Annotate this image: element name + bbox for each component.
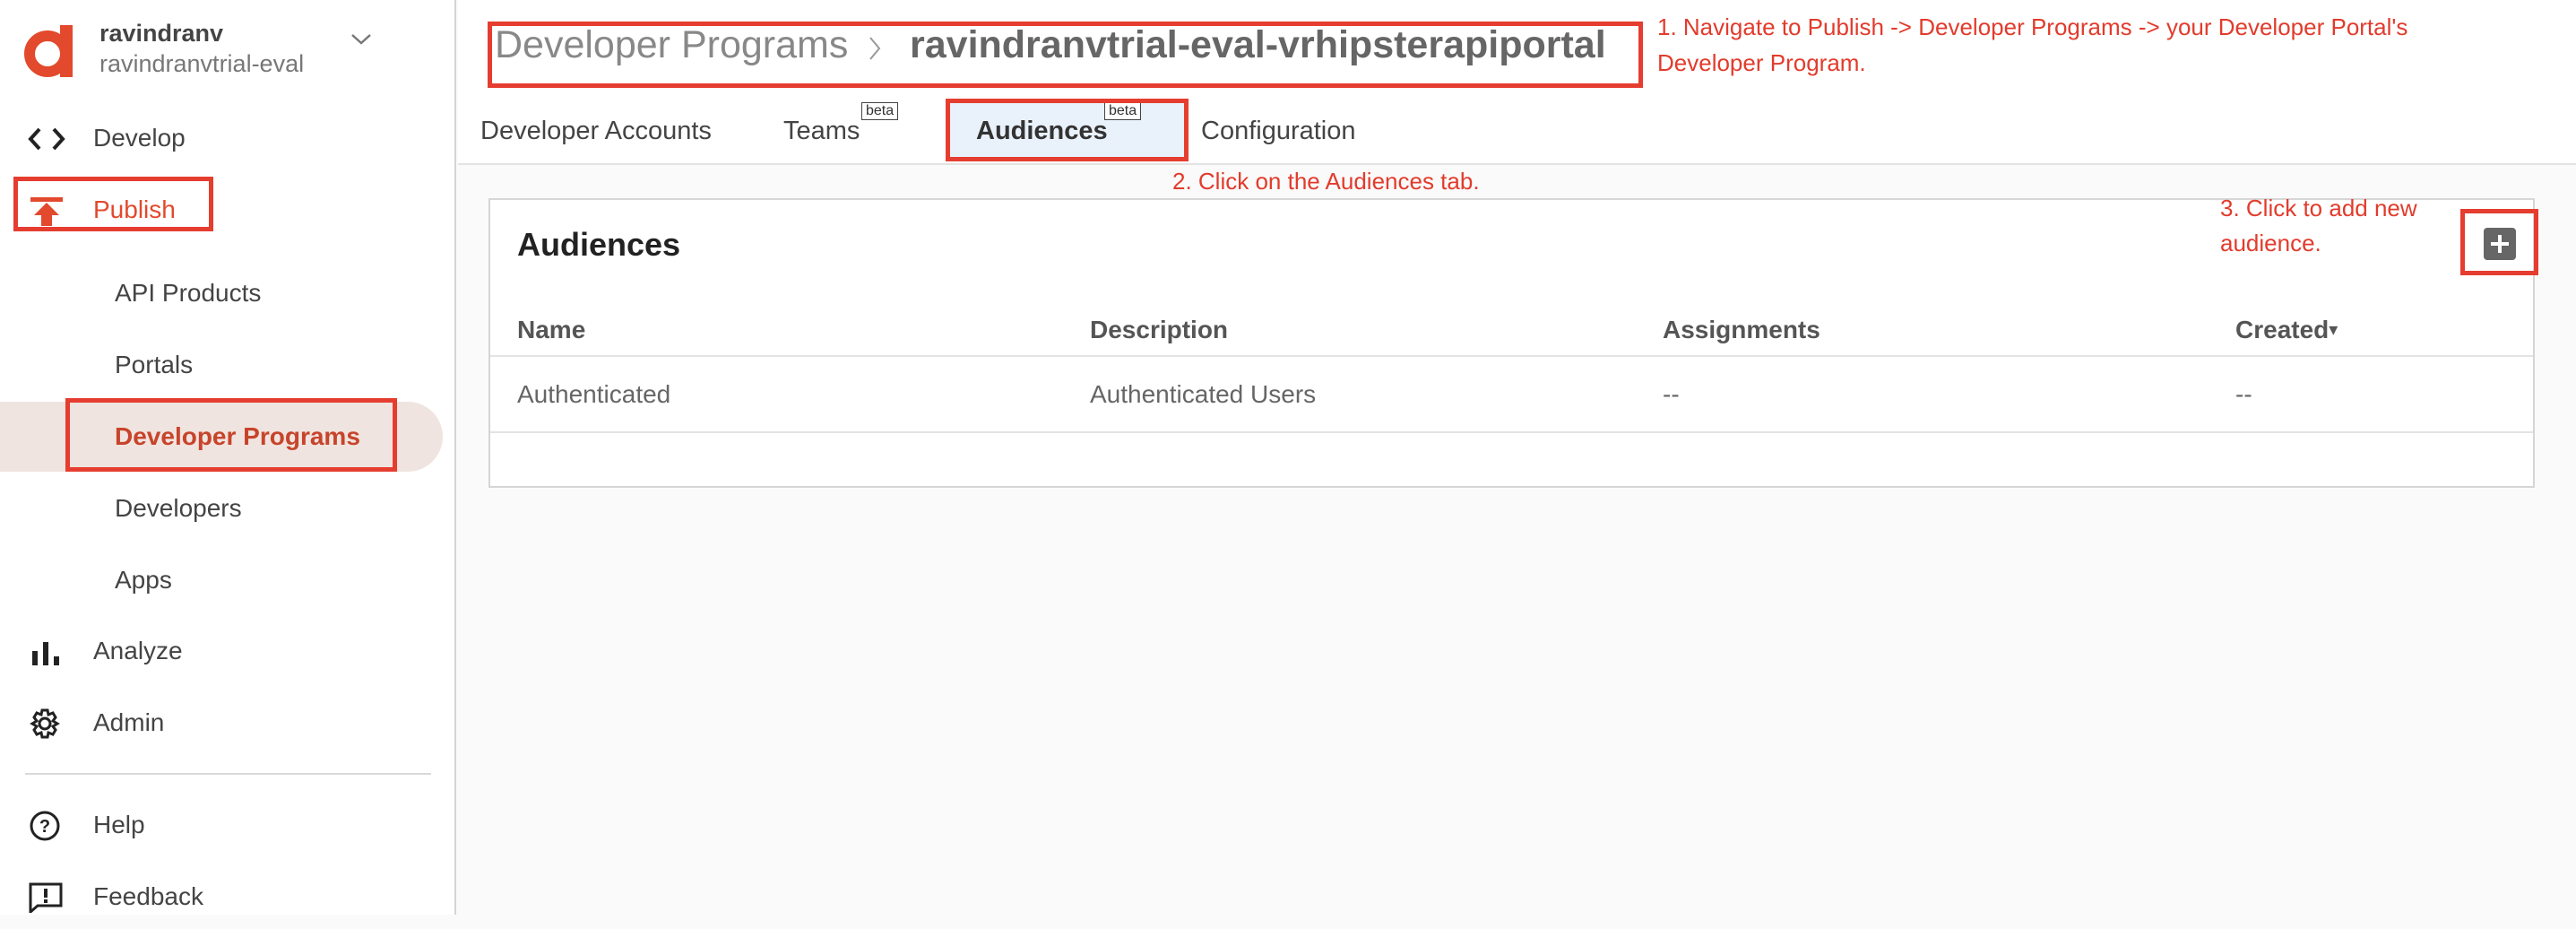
annotation-step1-line2: Developer Program. xyxy=(1657,49,1866,76)
svg-text:?: ? xyxy=(39,817,50,837)
column-header-assignments[interactable]: Assignments xyxy=(1663,316,1820,344)
annotation-step3-line1: 3. Click to add new xyxy=(2220,195,2417,221)
org-username[interactable]: ravindranv xyxy=(99,20,223,48)
annotation-step2: 2. Click on the Audiences tab. xyxy=(1172,168,1480,195)
nav-admin[interactable]: Admin xyxy=(0,692,456,755)
cell-name[interactable]: Authenticated xyxy=(517,380,670,409)
sidebar-divider xyxy=(25,773,431,775)
feedback-icon xyxy=(29,882,63,913)
sidebar-item-api-products[interactable]: API Products xyxy=(115,279,261,308)
annotation-box-audiences-tab xyxy=(946,99,1189,161)
cell-assignments: -- xyxy=(1663,380,1680,408)
sort-indicator: ▾ xyxy=(2329,320,2338,340)
annotation-box-developer-programs xyxy=(65,398,397,472)
annotation-box-breadcrumb xyxy=(488,22,1643,88)
annotation-box-add-button xyxy=(2460,209,2538,275)
teams-beta-badge: beta xyxy=(861,102,899,120)
nav-help-label: Help xyxy=(93,811,145,838)
card-title: Audiences xyxy=(517,226,681,263)
analytics-bar-icon xyxy=(32,642,59,665)
tab-teams[interactable]: Teams xyxy=(783,117,860,146)
sidebar-item-apps[interactable]: Apps xyxy=(115,566,172,595)
apigee-logo-icon[interactable] xyxy=(24,22,74,79)
nav-feedback-label: Feedback xyxy=(93,882,203,910)
column-header-created[interactable]: Created▾ xyxy=(2235,316,2338,344)
header-row-divider xyxy=(490,355,2533,357)
column-header-description[interactable]: Description xyxy=(1090,316,1228,344)
cell-description: Authenticated Users xyxy=(1090,380,1317,408)
help-circle-icon: ? xyxy=(30,811,60,841)
sidebar-item-developers[interactable]: Developers xyxy=(115,494,242,523)
created-label: Created xyxy=(2235,316,2330,343)
chevron-down-icon[interactable] xyxy=(349,30,374,48)
org-name[interactable]: ravindranvtrial-eval xyxy=(99,50,304,78)
column-header-name[interactable]: Name xyxy=(517,316,585,344)
nav-help[interactable]: ? Help xyxy=(0,794,456,857)
annotation-step3-line2: audience. xyxy=(2220,230,2321,256)
code-icon xyxy=(28,127,65,151)
annotation-box-publish xyxy=(13,177,213,231)
nav-analyze[interactable]: Analyze xyxy=(0,621,456,683)
nav-develop[interactable]: Develop xyxy=(0,108,456,170)
nav-feedback[interactable]: Feedback xyxy=(0,866,456,929)
cell-created: -- xyxy=(2235,380,2252,408)
tab-developer-accounts[interactable]: Developer Accounts xyxy=(480,117,712,146)
nav-develop-label: Develop xyxy=(93,124,186,152)
tab-configuration[interactable]: Configuration xyxy=(1201,117,1356,146)
annotation-step1-line1: 1. Navigate to Publish -> Developer Prog… xyxy=(1657,13,2408,40)
nav-analyze-label: Analyze xyxy=(93,637,183,664)
sidebar-item-portals[interactable]: Portals xyxy=(115,351,193,379)
gear-icon xyxy=(30,708,60,739)
nav-admin-label: Admin xyxy=(93,708,165,736)
table-row-divider xyxy=(490,431,2533,433)
